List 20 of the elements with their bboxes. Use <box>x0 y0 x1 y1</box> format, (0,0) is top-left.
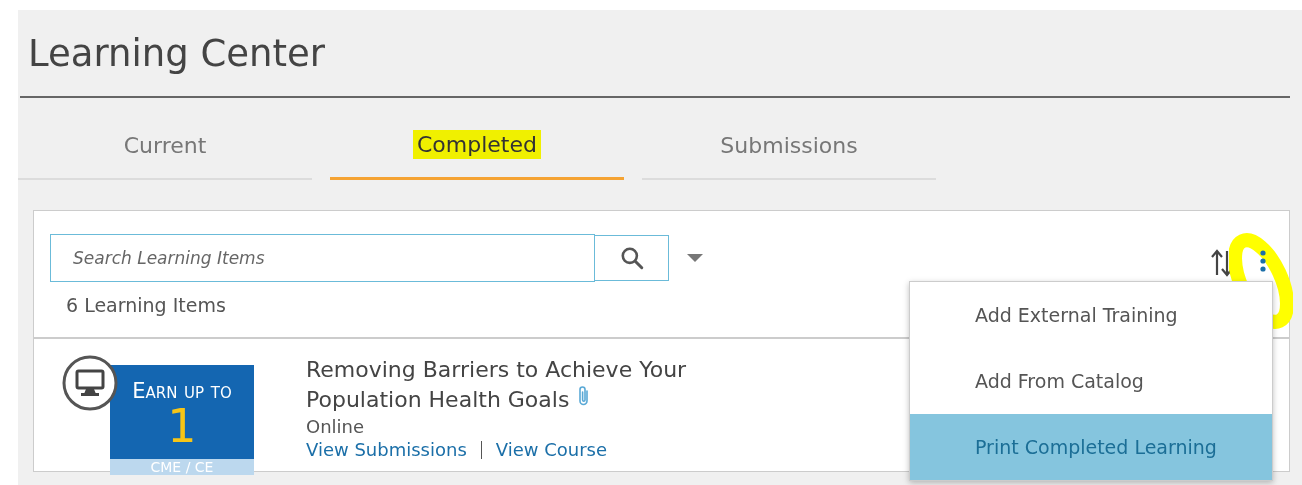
caret-icon[interactable] <box>686 253 704 263</box>
course-type: Online <box>306 416 366 438</box>
menu-item[interactable]: Add External Training <box>910 282 1272 348</box>
menu-item[interactable]: Print Completed Learning <box>910 414 1272 480</box>
search-field[interactable]: Search Learning Items <box>50 234 595 282</box>
badge-label: CME / CE <box>110 459 254 475</box>
tab[interactable]: Completed <box>330 112 624 180</box>
badge-number: 1 <box>167 403 197 449</box>
item-count: 6 Learning Items <box>66 294 227 316</box>
search-button[interactable] <box>595 235 669 281</box>
course-link[interactable]: View Course <box>495 439 608 461</box>
tab[interactable]: Submissions <box>642 112 936 180</box>
monitor-icon <box>62 355 118 411</box>
course-title[interactable]: Removing Barriers to Achieve Your Population Health Goals <box>306 355 766 415</box>
page-title: Learning Center <box>28 31 325 75</box>
more-options-icon[interactable] <box>1259 249 1267 273</box>
tab[interactable]: Current <box>18 112 312 180</box>
menu-item[interactable]: Add From Catalog <box>910 348 1272 414</box>
badge-caption: Earn up to <box>132 379 232 403</box>
course-link[interactable]: View Submissions <box>306 439 467 461</box>
